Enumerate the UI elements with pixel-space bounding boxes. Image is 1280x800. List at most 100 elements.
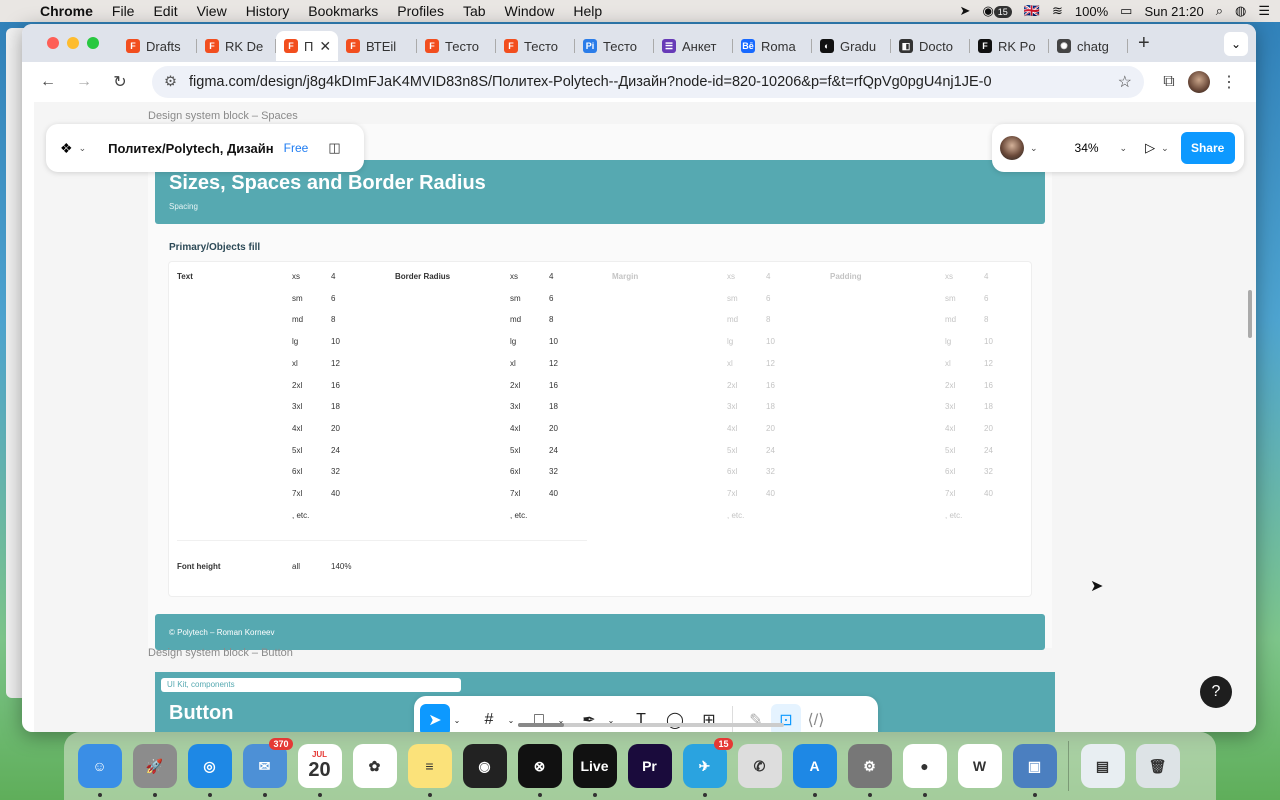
browser-tab[interactable]: F ВТЕil <box>338 31 417 61</box>
vpn-icon[interactable]: ➤ <box>960 3 971 19</box>
help-button[interactable]: ? <box>1200 676 1232 708</box>
dock-photos-icon[interactable]: ✿ <box>352 744 397 788</box>
figma-canvas[interactable]: Design system block – Spaces Sizes, Spac… <box>34 102 1256 732</box>
user-avatar[interactable] <box>1000 136 1024 160</box>
menu-view[interactable]: View <box>197 3 227 19</box>
tab-search-chevron-icon[interactable]: ⌄ <box>1224 32 1248 56</box>
site-info-icon[interactable]: ⚙ <box>164 74 177 90</box>
profile-avatar[interactable] <box>1184 71 1214 93</box>
plan-badge[interactable]: Free <box>284 141 309 155</box>
browser-tab[interactable]: ◧ Docto <box>891 31 970 61</box>
dock-safari-icon[interactable]: ◎ <box>187 744 232 797</box>
browser-tab[interactable]: Bē Roma <box>733 31 812 61</box>
new-tab-button[interactable]: + <box>1138 32 1150 55</box>
dock-mail-icon[interactable]: ✉ 370 <box>242 738 293 797</box>
back-button[interactable]: ← <box>34 73 62 91</box>
frame-tool-icon[interactable]: # <box>474 704 504 732</box>
bookmark-star-icon[interactable]: ☆ <box>1118 72 1132 92</box>
extensions-icon[interactable]: ⧉ <box>1154 73 1184 91</box>
menu-help[interactable]: Help <box>573 3 602 19</box>
browser-tab[interactable]: ☰ Анкет <box>654 31 733 61</box>
frame-tool-chevron-icon[interactable]: ⌄ <box>504 704 518 732</box>
siri-icon[interactable]: ◍ <box>1235 3 1246 19</box>
browser-tab[interactable]: F П ✕ <box>276 31 338 61</box>
dock-chrome-icon[interactable]: ● <box>902 744 947 797</box>
frame-label-button[interactable]: Design system block – Button <box>148 647 293 659</box>
browser-tab[interactable]: ✺ chatg <box>1049 31 1128 61</box>
design-mode-icon[interactable]: ⊡ <box>771 704 801 732</box>
wifi-icon[interactable]: ≋ <box>1052 3 1063 19</box>
horizontal-scrollbar[interactable] <box>518 723 784 727</box>
dock-launchpad-icon[interactable]: 🚀 <box>132 744 177 797</box>
dock-notes-icon[interactable]: ≡ <box>407 744 452 797</box>
move-tool-icon[interactable]: ➤ <box>420 704 450 732</box>
pen-tool-chevron-icon[interactable]: ⌄ <box>604 704 618 732</box>
control-center-icon[interactable]: ☰ <box>1258 3 1270 19</box>
search-icon[interactable]: ⌕ <box>1216 3 1223 19</box>
dock-preview-icon[interactable]: ▣ <box>1012 744 1057 797</box>
menu-profiles[interactable]: Profiles <box>397 3 444 19</box>
close-tab-icon[interactable]: ✕ <box>319 38 331 55</box>
forward-button[interactable]: → <box>70 73 98 91</box>
dock-live-icon[interactable]: Live <box>572 744 617 797</box>
input-flag-icon[interactable]: 🇬🇧 <box>1024 3 1040 19</box>
frame-label-spaces[interactable]: Design system block – Spaces <box>148 110 298 122</box>
present-play-icon[interactable]: ▷ <box>1145 140 1155 156</box>
dock-telegram-icon[interactable]: ✈ 15 <box>682 738 733 797</box>
browser-tab[interactable]: ◐ Gradu <box>812 31 891 61</box>
browser-tab[interactable]: F Тесто <box>496 31 575 61</box>
dock-system-settings-icon[interactable]: ⚙ <box>847 744 892 797</box>
browser-tab[interactable]: F RK De <box>197 31 276 61</box>
present-chevron-icon[interactable]: ⌄ <box>1161 143 1169 154</box>
move-tool-chevron-icon[interactable]: ⌄ <box>450 704 464 732</box>
resources-icon[interactable]: ⊞ <box>694 704 724 732</box>
menu-file[interactable]: File <box>112 3 135 19</box>
shape-tool-icon[interactable]: □ <box>524 704 554 732</box>
comment-tool-icon[interactable]: ◯ <box>660 704 690 732</box>
menu-edit[interactable]: Edit <box>153 3 177 19</box>
browser-tab[interactable]: F Drafts <box>118 31 197 61</box>
dock-obs-icon[interactable]: ◉ <box>462 744 507 788</box>
menu-history[interactable]: History <box>246 3 290 19</box>
dock-calendar-icon[interactable]: JUL 20 <box>297 744 342 797</box>
dock-finder-icon[interactable]: ☺ <box>77 744 122 797</box>
vertical-scrollbar[interactable] <box>1248 290 1252 338</box>
menu-chrome[interactable]: Chrome <box>40 3 93 19</box>
browser-tab[interactable]: F Тесто <box>417 31 496 61</box>
dock-app-store-icon[interactable]: A <box>792 744 837 797</box>
browser-tab[interactable]: F RK Po <box>970 31 1049 61</box>
minimize-window-button[interactable] <box>67 37 79 49</box>
close-window-button[interactable] <box>47 37 59 49</box>
dock-trash-icon[interactable]: 🗑 <box>1135 744 1180 788</box>
battery-icon[interactable]: ▭ <box>1120 3 1132 19</box>
text-tool-icon[interactable]: T <box>626 704 656 732</box>
file-name[interactable]: Политех/Polytech, Дизайн <box>108 141 274 156</box>
zoom-window-button[interactable] <box>87 37 99 49</box>
dock-word-icon[interactable]: W <box>957 744 1002 788</box>
browser-tab[interactable]: Pi Тесто <box>575 31 654 61</box>
shape-tool-chevron-icon[interactable]: ⌄ <box>554 704 568 732</box>
chrome-menu-icon[interactable]: ⋮ <box>1214 72 1244 92</box>
zoom-chevron-icon[interactable]: ⌄ <box>1120 143 1128 154</box>
zoom-level[interactable]: 34% <box>1060 141 1114 155</box>
dock-downloads-stack-icon[interactable]: ▤ <box>1080 744 1125 788</box>
notification-icon[interactable]: ◉ 15 <box>982 3 1012 19</box>
dock-whatsapp-icon[interactable]: ✆ <box>737 744 782 788</box>
menu-tab[interactable]: Tab <box>463 3 486 19</box>
menu-window[interactable]: Window <box>505 3 555 19</box>
clock[interactable]: Sun 21:20 <box>1144 4 1203 19</box>
share-button[interactable]: Share <box>1180 132 1235 164</box>
draw-mode-icon[interactable]: ✎ <box>741 704 771 732</box>
avatar-chevron-icon[interactable]: ⌄ <box>1030 143 1038 154</box>
dock-premiere-icon[interactable]: Pr <box>627 744 672 788</box>
battery-percent[interactable]: 100% <box>1075 4 1108 19</box>
address-bar[interactable]: ⚙ figma.com/design/j8g4kDImFJaK4MVID83n8… <box>152 66 1144 98</box>
toggle-sidebar-icon[interactable]: ◫ <box>328 140 340 156</box>
menu-bookmarks[interactable]: Bookmarks <box>308 3 378 19</box>
main-menu-chevron-icon[interactable]: ⌄ <box>79 143 87 154</box>
horizontal-scroll-thumb[interactable] <box>518 723 564 727</box>
figma-logo-icon[interactable]: ❖ <box>60 140 73 157</box>
dev-mode-icon[interactable]: ⟨/⟩ <box>801 704 831 732</box>
pen-tool-icon[interactable]: ✒ <box>574 704 604 732</box>
reload-button[interactable]: ↻ <box>106 72 134 92</box>
